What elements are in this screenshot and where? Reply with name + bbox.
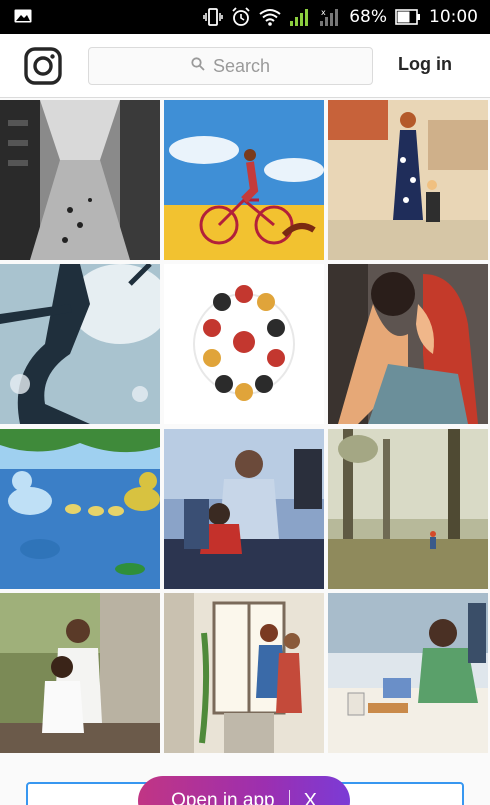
clock-time: 10:00 [429,7,478,27]
wifi-icon [259,8,281,26]
open-in-app-label: Open in app [171,790,275,805]
search-icon [191,56,205,76]
search-input[interactable]: Search [88,47,373,85]
post-bike-ride[interactable] [164,100,324,260]
login-link[interactable]: Log in [398,54,452,75]
post-breakfast-table[interactable] [328,593,488,753]
battery-percent: 68% [349,7,387,27]
post-forest-walk[interactable] [328,429,488,589]
post-character-circle[interactable] [164,264,324,424]
signal-icon [289,7,311,27]
gallery-icon [14,9,32,23]
button-divider [288,790,290,805]
close-icon[interactable]: X [304,790,317,805]
post-couple-window[interactable] [164,593,324,753]
post-couple-kiss[interactable] [328,264,488,424]
status-bar: x 68% 10:00 [0,0,490,34]
instagram-logo-icon[interactable] [24,47,62,85]
post-pregnant-silhouette[interactable] [0,264,160,424]
post-market-walk[interactable] [328,100,488,260]
post-father-daughter-photo[interactable] [0,593,160,753]
vibrate-icon [203,7,223,27]
alarm-icon [231,7,251,27]
top-navigation-bar: Search Log in [0,34,490,98]
post-city-street[interactable] [0,100,160,260]
search-placeholder: Search [212,55,271,76]
post-father-child-desk[interactable] [164,429,324,589]
svg-text:x: x [321,8,326,17]
open-in-app-button[interactable]: Open in app X [138,776,350,805]
post-ducks-water[interactable] [0,429,160,589]
signal-icon-2: x [319,7,341,27]
battery-icon [395,9,421,25]
